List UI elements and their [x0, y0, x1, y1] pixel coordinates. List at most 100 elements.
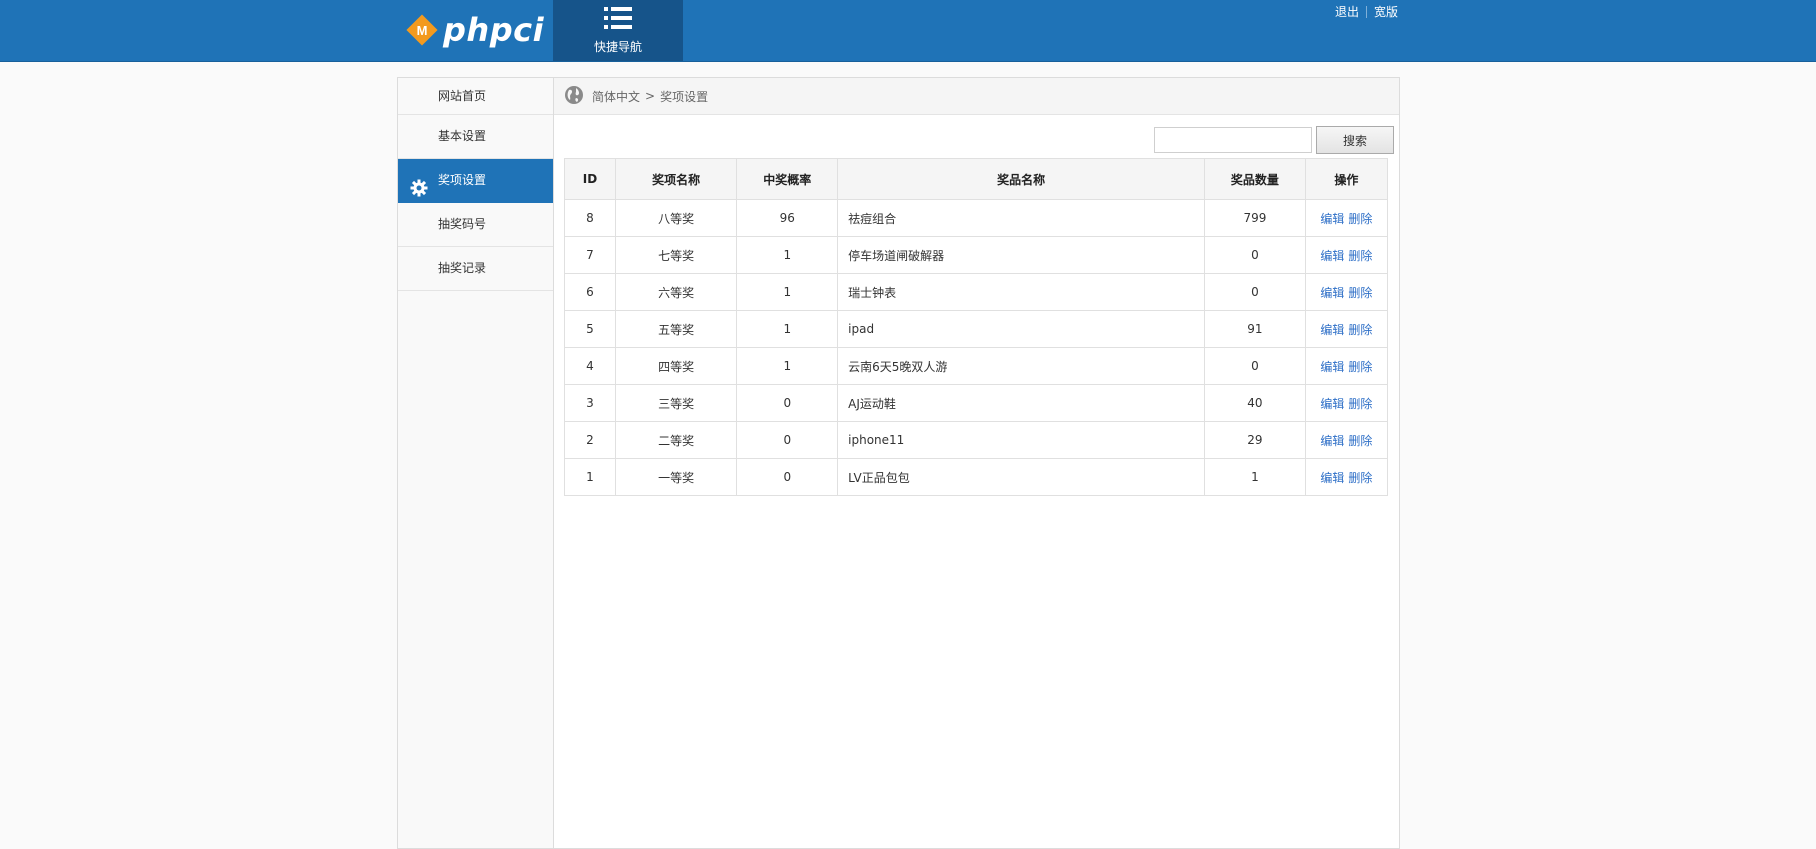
cell-award-name: 三等奖 [614, 384, 738, 422]
cell-award-name: 一等奖 [614, 458, 738, 496]
logo[interactable]: M phpci [405, 10, 544, 50]
edit-link[interactable]: 编辑 [1320, 212, 1344, 226]
cell-actions: 编辑 删除 [1304, 347, 1389, 385]
sidebar-item-lottery-records[interactable]: 抽奖记录 [398, 247, 553, 291]
sidebar: 网站首页 基本设置 奖项设置 抽奖码号 抽奖记录 [398, 78, 554, 848]
sidebar-item-label: 抽奖码号 [438, 217, 487, 231]
sidebar-item-home[interactable]: 网站首页 [398, 78, 553, 115]
wide-layout-link[interactable]: 宽版 [1374, 3, 1398, 20]
table-row: 2 二等奖 0 iphone11 29 编辑 删除 [564, 421, 1389, 459]
cell-award-name: 八等奖 [614, 199, 738, 237]
cell-prize-qty: 799 [1204, 199, 1306, 237]
cell-prize-qty: 0 [1204, 273, 1306, 311]
delete-link[interactable]: 删除 [1348, 471, 1372, 485]
cell-id: 7 [564, 236, 616, 274]
table-row: 5 五等奖 1 ipad 91 编辑 删除 [564, 310, 1389, 348]
cell-win-rate: 96 [736, 199, 839, 237]
search-button[interactable]: 搜索 [1316, 126, 1394, 154]
cell-win-rate: 0 [736, 458, 839, 496]
globe-icon [564, 85, 584, 108]
cell-prize-name: AJ运动鞋 [837, 384, 1206, 422]
breadcrumb-separator: > [645, 89, 656, 103]
cell-id: 2 [564, 421, 616, 459]
sidebar-item-label: 抽奖记录 [438, 261, 487, 275]
delete-link[interactable]: 删除 [1348, 434, 1372, 448]
cell-prize-qty: 91 [1204, 310, 1306, 348]
cell-actions: 编辑 删除 [1304, 199, 1389, 237]
table-header-row: ID 奖项名称 中奖概率 奖品名称 奖品数量 操作 [564, 158, 1389, 200]
column-header-actions: 操作 [1304, 158, 1389, 200]
top-links: 退出 宽版 [1335, 3, 1398, 20]
cell-win-rate: 0 [736, 384, 839, 422]
cell-prize-name: 祛痘组合 [837, 199, 1206, 237]
cell-id: 5 [564, 310, 616, 348]
table-row: 8 八等奖 96 祛痘组合 799 编辑 删除 [564, 199, 1389, 237]
sidebar-item-label: 奖项设置 [438, 173, 487, 187]
cell-award-name: 七等奖 [614, 236, 738, 274]
sidebar-item-prize-settings[interactable]: 奖项设置 [398, 159, 553, 203]
cell-prize-name: iphone11 [837, 421, 1206, 459]
cell-prize-name: 瑞士钟表 [837, 273, 1206, 311]
cell-award-name: 四等奖 [614, 347, 738, 385]
search-input[interactable] [1154, 127, 1312, 153]
cell-actions: 编辑 删除 [1304, 310, 1389, 348]
cell-id: 1 [564, 458, 616, 496]
cell-id: 6 [564, 273, 616, 311]
main-container: 网站首页 基本设置 奖项设置 抽奖码号 抽奖记录 简体中文 > 奖项设置 搜索 … [397, 77, 1400, 849]
edit-link[interactable]: 编辑 [1320, 286, 1344, 300]
svg-text:M: M [417, 23, 428, 38]
cell-prize-name: ipad [837, 310, 1206, 348]
sidebar-item-lottery-codes[interactable]: 抽奖码号 [398, 203, 553, 247]
table-row: 6 六等奖 1 瑞士钟表 0 编辑 删除 [564, 273, 1389, 311]
cell-actions: 编辑 删除 [1304, 458, 1389, 496]
cell-id: 4 [564, 347, 616, 385]
cell-prize-qty: 29 [1204, 421, 1306, 459]
table-row: 7 七等奖 1 停车场道闸破解器 0 编辑 删除 [564, 236, 1389, 274]
delete-link[interactable]: 删除 [1348, 397, 1372, 411]
prize-table: ID 奖项名称 中奖概率 奖品名称 奖品数量 操作 8 八等奖 96 祛痘组合 … [564, 158, 1389, 496]
column-header-id: ID [564, 158, 616, 200]
table-row: 3 三等奖 0 AJ运动鞋 40 编辑 删除 [564, 384, 1389, 422]
cell-prize-name: LV正品包包 [837, 458, 1206, 496]
sidebar-item-label: 基本设置 [438, 129, 487, 143]
cell-actions: 编辑 删除 [1304, 273, 1389, 311]
cell-award-name: 六等奖 [614, 273, 738, 311]
column-header-win-rate: 中奖概率 [736, 158, 839, 200]
search-bar: 搜索 [1154, 126, 1394, 154]
breadcrumb-current: 奖项设置 [660, 89, 709, 104]
breadcrumb-lang[interactable]: 简体中文 [592, 88, 640, 105]
cell-win-rate: 1 [736, 236, 839, 274]
quick-nav-label: 快捷导航 [593, 40, 642, 54]
edit-link[interactable]: 编辑 [1320, 434, 1344, 448]
delete-link[interactable]: 删除 [1348, 360, 1372, 374]
sidebar-item-label: 网站首页 [438, 89, 487, 103]
delete-link[interactable]: 删除 [1348, 323, 1372, 337]
divider [1366, 5, 1368, 18]
quick-nav-button[interactable]: 快捷导航 [553, 0, 683, 61]
cell-win-rate: 0 [736, 421, 839, 459]
edit-link[interactable]: 编辑 [1320, 397, 1344, 411]
cell-win-rate: 1 [736, 310, 839, 348]
column-header-award-name: 奖项名称 [614, 158, 738, 200]
edit-link[interactable]: 编辑 [1320, 471, 1344, 485]
cell-actions: 编辑 删除 [1304, 384, 1389, 422]
list-icon [604, 6, 632, 34]
cell-prize-name: 云南6天5晚双人游 [837, 347, 1206, 385]
logo-text: phpci [443, 11, 545, 49]
edit-link[interactable]: 编辑 [1320, 249, 1344, 263]
logout-link[interactable]: 退出 [1335, 3, 1359, 20]
edit-link[interactable]: 编辑 [1320, 360, 1344, 374]
delete-link[interactable]: 删除 [1348, 286, 1372, 300]
cell-id: 8 [564, 199, 616, 237]
cell-award-name: 五等奖 [614, 310, 738, 348]
content-area: 简体中文 > 奖项设置 搜索 ID 奖项名称 中奖概率 奖品名称 奖品数量 操作 [554, 78, 1399, 848]
delete-link[interactable]: 删除 [1348, 212, 1372, 226]
delete-link[interactable]: 删除 [1348, 249, 1372, 263]
edit-link[interactable]: 编辑 [1320, 323, 1344, 337]
sidebar-item-basic-settings[interactable]: 基本设置 [398, 115, 553, 159]
cell-actions: 编辑 删除 [1304, 236, 1389, 274]
cell-win-rate: 1 [736, 347, 839, 385]
cell-award-name: 二等奖 [614, 421, 738, 459]
cell-win-rate: 1 [736, 273, 839, 311]
cell-id: 3 [564, 384, 616, 422]
